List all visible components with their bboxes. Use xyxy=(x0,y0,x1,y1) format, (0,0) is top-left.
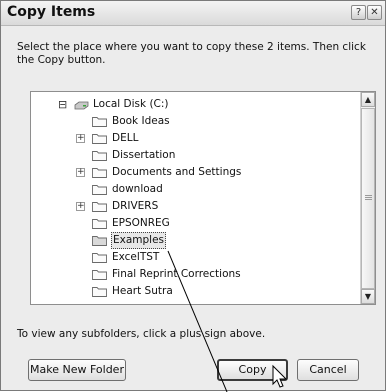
folder-label: EPSONREG xyxy=(112,217,170,229)
make-new-folder-label: Make New Folder xyxy=(30,363,124,376)
selected-folder-label: Examples xyxy=(111,232,167,249)
folder-label: ExcelTST xyxy=(112,251,160,263)
folder-icon xyxy=(92,185,107,195)
tree-root-row[interactable]: ⊟ Local Disk (C:) xyxy=(31,96,351,113)
folder-icon xyxy=(92,151,107,161)
scroll-up-button[interactable]: ▲ xyxy=(361,92,375,107)
folder-label: Book Ideas xyxy=(112,115,170,127)
dialog-title: Copy Items xyxy=(7,4,96,20)
scroll-down-button[interactable]: ▼ xyxy=(361,289,375,304)
tree-folder-row[interactable]: + Documents and Settings xyxy=(31,164,351,181)
folder-icon xyxy=(92,134,107,144)
folder-label: Dissertation xyxy=(112,149,176,161)
folder-label: download xyxy=(112,183,163,195)
folder-label: Final Reprint Corrections xyxy=(112,268,241,280)
tree-folder-row[interactable]: Book Ideas xyxy=(31,113,351,130)
folder-icon xyxy=(92,168,107,178)
expand-icon[interactable]: + xyxy=(76,168,85,177)
cancel-label: Cancel xyxy=(309,363,347,376)
folder-icon xyxy=(92,219,107,229)
tree-folder-row[interactable]: Heart Sutra xyxy=(31,283,351,300)
folder-icon xyxy=(92,253,107,263)
copy-label: Copy xyxy=(238,363,267,376)
tree-folder-row[interactable]: download xyxy=(31,181,351,198)
scroll-thumb[interactable] xyxy=(361,108,375,289)
collapse-icon[interactable]: ⊟ xyxy=(58,99,67,110)
tree-folder-row[interactable]: Dissertation xyxy=(31,147,351,164)
tree-folder-row[interactable]: Final Reprint Corrections xyxy=(31,266,351,283)
tree-folder-row[interactable]: Examples xyxy=(31,232,351,249)
copy-button[interactable]: Copy xyxy=(217,359,288,381)
copy-items-dialog: Copy Items ? ✕ Select the place where yo… xyxy=(0,0,386,391)
instructions-text: Select the place where you want to copy … xyxy=(17,41,366,66)
drive-icon xyxy=(74,101,89,110)
folder-label: DRIVERS xyxy=(112,200,159,212)
make-new-folder-button[interactable]: Make New Folder xyxy=(28,359,126,381)
folder-icon xyxy=(92,236,107,246)
help-button[interactable]: ? xyxy=(351,5,366,20)
subfolder-hint: To view any subfolders, click a plus sig… xyxy=(17,328,266,340)
folder-icon xyxy=(92,287,107,297)
folder-icon xyxy=(92,270,107,280)
expand-icon[interactable]: + xyxy=(76,202,85,211)
tree-folder-row[interactable]: + DELL xyxy=(31,130,351,147)
folder-icon xyxy=(92,117,107,127)
tree-folder-row[interactable]: + DRIVERS xyxy=(31,198,351,215)
tree-root-label: Local Disk (C:) xyxy=(93,98,169,110)
title-bar[interactable]: Copy Items ? ✕ xyxy=(1,1,385,26)
tree-scrollbar[interactable]: ▲ ▼ xyxy=(360,92,375,304)
folder-icon xyxy=(92,202,107,212)
tree-folder-row[interactable]: EPSONREG xyxy=(31,215,351,232)
expand-icon[interactable]: + xyxy=(76,134,85,143)
close-button[interactable]: ✕ xyxy=(367,5,382,20)
folder-label: DELL xyxy=(112,132,139,144)
folder-label: Documents and Settings xyxy=(112,166,242,178)
folder-tree[interactable]: ⊟ Local Disk (C:) Book Ideas + DELL Dissert… xyxy=(30,91,376,305)
folder-label: Heart Sutra xyxy=(112,285,173,297)
cancel-button[interactable]: Cancel xyxy=(297,359,359,381)
tree-folder-row[interactable]: ExcelTST xyxy=(31,249,351,266)
